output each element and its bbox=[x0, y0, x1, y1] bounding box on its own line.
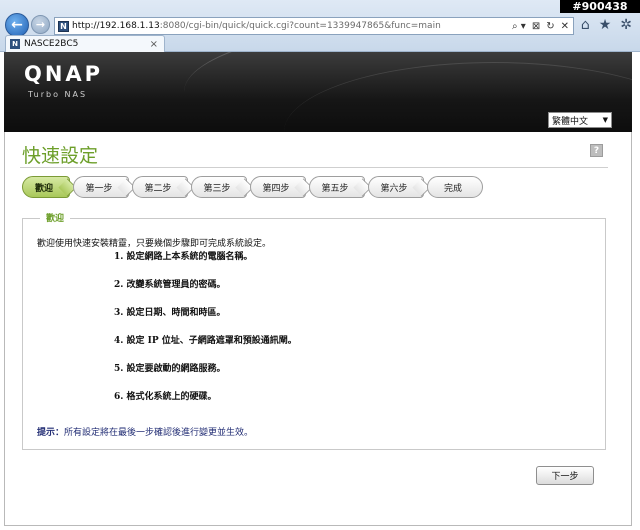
tab-title: NASCE2BC5 bbox=[24, 39, 79, 49]
forward-arrow-icon[interactable]: → bbox=[31, 15, 50, 34]
tab-favicon-icon: N bbox=[10, 39, 20, 49]
brand-header: QNAP Turbo NAS bbox=[4, 52, 632, 132]
list-item: 5. 設定要啟動的網路服務。 bbox=[114, 364, 226, 374]
title-divider bbox=[20, 167, 608, 168]
list-item: 4. 設定 IP 位址、子網路遮罩和預設通訊閘。 bbox=[114, 336, 297, 346]
next-button[interactable]: 下一步 bbox=[536, 466, 594, 485]
browser-tab[interactable]: N NASCE2BC5 × bbox=[5, 35, 165, 52]
list-item: 6. 格式化系統上的硬碟。 bbox=[114, 392, 217, 402]
welcome-intro: 歡迎使用快速安裝精靈，只要幾個步驟即可完成系統設定。 bbox=[37, 239, 272, 249]
search-dropdown-icon[interactable]: ⌕ ▾ bbox=[512, 21, 526, 32]
favorites-star-icon[interactable]: ★ bbox=[599, 17, 612, 33]
logo-subtitle: Turbo NAS bbox=[28, 90, 88, 99]
setup-steps-list: 1. 設定網路上本系統的電腦名稱。 2. 改變系統管理員的密碼。 3. 設定日期… bbox=[114, 251, 297, 419]
page-title: 快速設定 bbox=[22, 145, 99, 167]
help-icon[interactable]: ? bbox=[590, 144, 603, 157]
list-item: 3. 設定日期、時間和時區。 bbox=[114, 308, 226, 318]
welcome-legend: 歡迎 bbox=[40, 211, 71, 224]
step-3[interactable]: 第三步 bbox=[191, 176, 247, 198]
tab-close-icon[interactable]: × bbox=[150, 39, 158, 50]
step-1[interactable]: 第一步 bbox=[73, 176, 129, 198]
chevron-down-icon: ▼ bbox=[602, 116, 608, 124]
refresh-icon[interactable]: ↻ bbox=[546, 21, 554, 32]
step-6[interactable]: 第六步 bbox=[368, 176, 424, 198]
step-5[interactable]: 第五步 bbox=[309, 176, 365, 198]
language-select[interactable]: 繁體中文 ▼ bbox=[548, 112, 612, 128]
browser-toolbar: ← → N http://192.168.1.13 :8080/cgi-bin/… bbox=[0, 0, 640, 52]
list-item: 1. 設定網路上本系統的電腦名稱。 bbox=[114, 252, 253, 262]
step-2[interactable]: 第二步 bbox=[132, 176, 188, 198]
url-path: :8080/cgi-bin/quick/quick.cgi?count=1339… bbox=[159, 21, 441, 31]
language-value: 繁體中文 bbox=[552, 116, 589, 127]
list-item: 2. 改變系統管理員的密碼。 bbox=[114, 280, 226, 290]
step-welcome[interactable]: 歡迎 bbox=[22, 176, 70, 198]
watermark-label: #900438 bbox=[560, 0, 640, 13]
tip-text: 提示：所有設定將在最後一步確認後進行變更並生效。 bbox=[37, 425, 253, 438]
welcome-panel bbox=[22, 218, 606, 450]
tip-label: 提示： bbox=[37, 428, 65, 438]
compatibility-view-icon[interactable]: ⊠ bbox=[532, 21, 540, 32]
home-icon[interactable]: ⌂ bbox=[581, 17, 590, 33]
wizard-steps: 歡迎 第一步 第二步 第三步 第四步 第五步 第六步 完成 bbox=[22, 176, 483, 198]
site-favicon-icon: N bbox=[58, 20, 69, 32]
step-finish[interactable]: 完成 bbox=[427, 176, 483, 198]
address-bar[interactable]: N http://192.168.1.13 :8080/cgi-bin/quic… bbox=[54, 17, 574, 35]
qnap-logo: QNAP bbox=[24, 62, 104, 86]
step-4[interactable]: 第四步 bbox=[250, 176, 306, 198]
settings-gear-icon[interactable]: ✲ bbox=[620, 17, 632, 33]
back-arrow-icon[interactable]: ← bbox=[5, 13, 29, 37]
stop-icon[interactable]: ✕ bbox=[561, 21, 569, 32]
tip-body: 所有設定將在最後一步確認後進行變更並生效。 bbox=[64, 428, 254, 438]
url-host: http://192.168.1.13 bbox=[72, 21, 160, 31]
